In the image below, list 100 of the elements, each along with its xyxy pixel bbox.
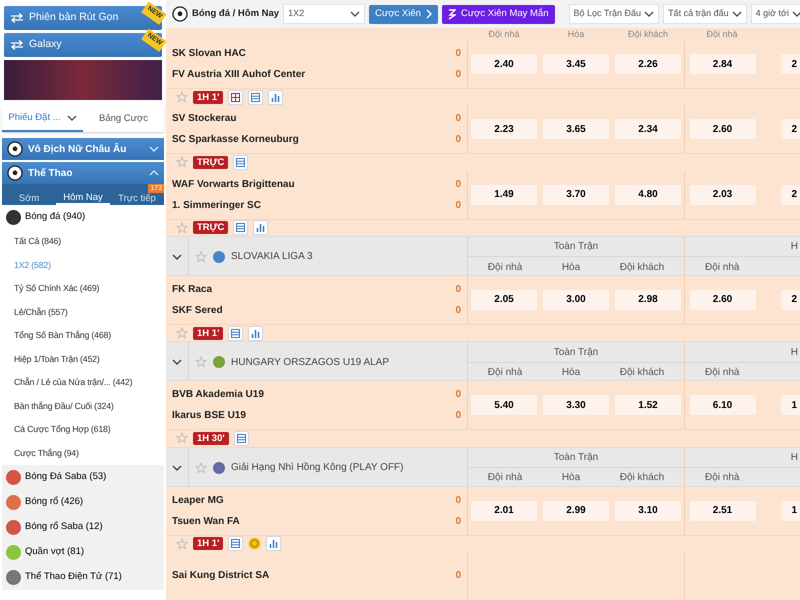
list-icon [251, 92, 260, 102]
group-header: Toàn Trận [554, 240, 598, 254]
score: 0 [455, 409, 461, 424]
odds-button[interactable]: 2 [781, 184, 800, 205]
team-name: 1. Simmeringer SC [172, 198, 261, 213]
tool-button[interactable] [228, 90, 244, 105]
column-header: Đội nhà [488, 260, 522, 275]
odds-button[interactable]: 3.45 [543, 54, 609, 74]
column-header: Đội khách [626, 28, 670, 40]
lucky-parlay-button[interactable]: Cược Xiên May Mắn [442, 4, 555, 24]
odds-button[interactable]: 2.34 [615, 119, 681, 140]
chevron-icon [350, 11, 360, 17]
sport-item[interactable]: Thể Thao Điện Tử (71) [2, 565, 164, 590]
odds-button[interactable]: 2.26 [615, 54, 681, 74]
team-name: Ikarus BSE U19 [172, 409, 246, 424]
odds-button[interactable]: 2.03 [690, 184, 756, 205]
chevron-icon [172, 464, 182, 471]
odds-button[interactable]: 2.51 [690, 500, 756, 521]
tool-button[interactable] [268, 90, 284, 105]
odds-button[interactable]: 1 [781, 500, 800, 521]
market-select[interactable]: 1X2 [283, 4, 366, 24]
chevron-icon [172, 359, 182, 366]
odds-button[interactable]: 2 [781, 54, 800, 74]
team-name: FV Austria XIII Auhof Center [172, 68, 306, 82]
team-name: Sai Kung District SA [172, 569, 270, 584]
live-status: 1H 1' [193, 90, 224, 104]
star-icon [176, 432, 188, 444]
bet-tab[interactable]: Bảng Cược [83, 106, 164, 132]
odds-button[interactable]: 1.52 [615, 395, 681, 416]
parlay-button[interactable]: Cược Xiên [369, 4, 438, 24]
odds-button[interactable]: 3.65 [543, 119, 609, 140]
section-header[interactable]: Thể Thao [2, 162, 164, 184]
odds-button[interactable]: 6.10 [690, 395, 756, 416]
filter-select[interactable]: Tất cả trận đấu [663, 4, 747, 24]
column-header: Đội khách [620, 471, 664, 486]
tool-button[interactable] [228, 536, 244, 552]
column-header: Đội nhà [705, 28, 739, 40]
tool-button[interactable] [248, 90, 264, 105]
team-name: WAF Vorwarts Brigittenau [172, 178, 295, 192]
score: 0 [455, 494, 461, 508]
odds-button[interactable]: 5.40 [471, 395, 537, 416]
column-header: Đội nhà [487, 28, 521, 40]
live-status: TRỰC [193, 221, 228, 234]
star-icon [176, 538, 188, 550]
odds-button[interactable]: 1.49 [471, 184, 537, 205]
tool-button[interactable] [266, 536, 282, 552]
tool-button[interactable] [233, 154, 248, 170]
league-name: HUNGARY ORSZAGOS U19 ALAP [231, 356, 390, 370]
odds-button[interactable]: 2.98 [615, 290, 681, 310]
odds-button[interactable]: 4.80 [615, 184, 681, 205]
odds-button[interactable]: 2 [781, 119, 800, 140]
tool-button[interactable] [253, 220, 268, 236]
odds-button[interactable]: 2.23 [471, 119, 537, 140]
sport-item[interactable]: Bóng rổ (426) [2, 490, 164, 515]
section-header[interactable]: Vô Địch Nữ Châu Âu [2, 138, 164, 160]
list-icon [236, 434, 246, 443]
odds-button[interactable]: 2.05 [471, 290, 537, 310]
tool-button[interactable] [228, 326, 244, 341]
odds-button[interactable]: 3.30 [543, 395, 609, 416]
odds-button[interactable]: 2.60 [690, 290, 756, 310]
chevron-right-icon [426, 9, 432, 19]
tool-button[interactable] [248, 326, 264, 341]
sport-item[interactable]: Bóng rổ Saba (12) [2, 515, 164, 540]
odds-button[interactable]: 2.99 [543, 500, 609, 521]
team-name: SC Sparkasse Korneuburg [172, 133, 299, 148]
odds-button[interactable]: 3.10 [615, 500, 681, 521]
score: 0 [455, 68, 461, 82]
odds-button[interactable]: 2.01 [471, 500, 537, 521]
soccer-ball-icon [7, 141, 23, 157]
score: 0 [455, 133, 461, 148]
odds-button[interactable]: 1 [781, 395, 800, 416]
odds-button[interactable]: 2.84 [690, 54, 756, 74]
score: 0 [455, 47, 461, 61]
live-status: TRỰC [193, 156, 228, 169]
odds-button[interactable]: 3.70 [543, 184, 609, 205]
tool-button[interactable] [233, 220, 248, 236]
column-header: Đội nhà [488, 471, 522, 486]
team-name: Tsuen Wan FA [172, 514, 240, 529]
swap-arrows-icon [10, 13, 24, 23]
score: 0 [455, 198, 461, 213]
group-header: H [790, 240, 798, 254]
score: 0 [455, 282, 461, 297]
breadcrumb: Bóng đá / Hôm Nay [192, 6, 280, 21]
sport-item[interactable]: Quần vợt (81) [2, 540, 164, 565]
sport-item[interactable]: Bóng Đá Saba (53) [2, 465, 164, 490]
bar-chart-icon [269, 539, 278, 548]
odds-button[interactable]: 3.00 [543, 290, 609, 310]
group-header: H [790, 346, 798, 360]
bet-tab[interactable]: Phiếu Đặt ... [2, 106, 83, 132]
tool-button[interactable] [234, 430, 249, 446]
odds-button[interactable]: 2.60 [690, 119, 756, 140]
filter-select[interactable]: 4 giờ tới [750, 4, 800, 24]
filter-select[interactable]: Bộ Lọc Trận Đấu [568, 4, 660, 24]
time-tab[interactable]: Sớm [2, 184, 56, 205]
chevron-icon [792, 11, 800, 17]
score: 0 [455, 112, 461, 126]
sport-item[interactable]: Bóng đá (940) [2, 205, 164, 230]
team-name: FK Raca [172, 282, 212, 297]
odds-button[interactable]: 2 [781, 290, 800, 310]
odds-button[interactable]: 2.40 [471, 54, 537, 74]
